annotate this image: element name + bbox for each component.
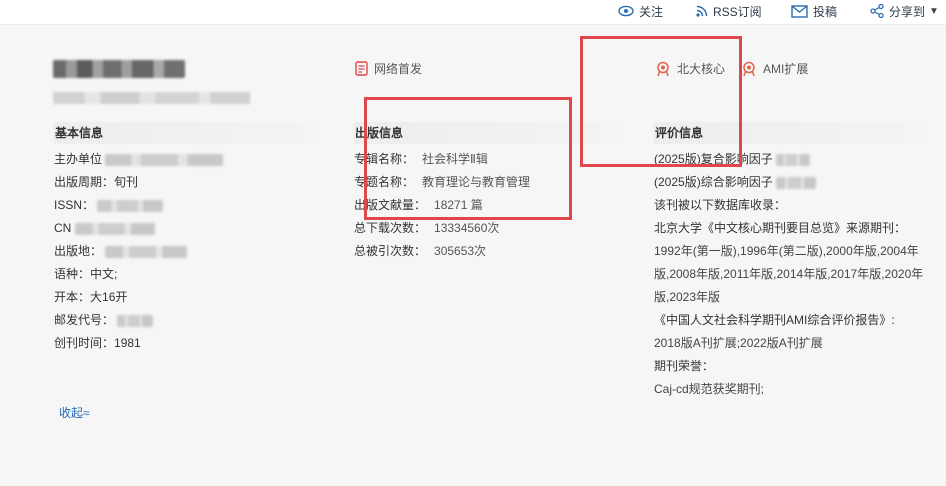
collapse-link[interactable]: 收起≈ [59,404,90,421]
place-label: 出版地： [54,244,103,258]
sponsor-label: 主办单位 [54,152,103,166]
ami-extension-label: AMI扩展 [763,62,809,76]
honors-label: 期刊荣誉： [654,359,715,373]
comprehensive-impact-factor-value-redacted [776,176,817,189]
pku-years-list: 1992年(第一版),1996年(第二版),2000年版,2004年版,2008… [654,244,924,304]
format-label: 开本： [54,290,91,304]
language-row: 语种：中文; [54,263,324,286]
cycle-value: 旬刊 [114,175,139,189]
composite-impact-factor-value-redacted [776,153,811,166]
sponsor-value-redacted [105,153,224,166]
issn-label: ISSN： [54,198,95,212]
rss-icon [696,5,708,17]
ami-extension-badge: AMI扩展 [741,60,808,77]
envelope-icon [791,4,808,18]
place-value-redacted [105,245,188,258]
downloads-value: 13334560次 [434,221,500,235]
document-icon [355,61,368,76]
ami-years: 2018版A刊扩展;2022版A刊扩展 [654,336,823,350]
place-row: 出版地： [54,240,324,263]
basic-info-heading: 基本信息 [54,122,324,144]
issn-row: ISSN： [54,194,324,217]
first-online-label: 网络首发 [374,62,423,76]
ami-report-title: 《中国人文社会科学期刊AMI综合评价报告》: [654,313,895,327]
issn-value-redacted [97,199,164,212]
format-value: 大16开 [90,290,128,304]
top-toolbar: 关注 RSS订阅 投稿 分享到 ▼ [0,0,946,25]
submit-manuscript-button[interactable]: 投稿 [791,2,837,20]
first-online-badge: 网络首发 [355,60,422,77]
highlight-box-publication [364,97,572,220]
language-value: 中文; [90,267,118,281]
citations-label: 总被引次数： [354,244,427,258]
submit-label: 投稿 [813,4,838,19]
rss-subscribe-button[interactable]: RSS订阅 [696,2,762,20]
citations-value: 305653次 [434,244,487,258]
honors-value: Caj-cd规范获奖期刊; [654,382,765,396]
language-label: 语种： [54,267,91,281]
basic-info-section: 基本信息 主办单位 出版周期：旬刊 ISSN： CN 出版地： 语种：中文; 开… [54,122,324,355]
share-label: 分享到 [889,4,926,19]
cycle-label: 出版周期： [54,175,115,189]
citations-row: 总被引次数： 305653次 [354,240,624,263]
comprehensive-impact-factor-row: (2025版)综合影响因子 [654,171,929,194]
founded-label: 创刊时间： [54,336,115,350]
downloads-label: 总下载次数： [354,221,427,235]
founded-row: 创刊时间：1981 [54,332,324,355]
database-intro: 该刊被以下数据库收录： [654,198,787,212]
follow-label: 关注 [639,4,664,19]
founded-value: 1981 [114,336,141,350]
rss-label: RSS订阅 [713,4,762,19]
format-row: 开本：大16开 [54,286,324,309]
eye-icon [618,5,634,17]
share-button[interactable]: 分享到 ▼ [870,2,939,20]
cycle-row: 出版周期：旬刊 [54,171,324,194]
journal-subtitle-redacted [53,92,250,104]
pku-source-journal: 北京大学《中文核心期刊要目总览》来源期刊： [654,221,907,235]
follow-button[interactable]: 关注 [618,2,663,20]
share-icon [870,4,884,18]
comprehensive-impact-factor-label: (2025版)综合影响因子 [654,175,773,189]
postal-code-label: 邮发代号： [54,313,115,327]
cn-label: CN [54,221,72,235]
cn-value-redacted [74,222,155,235]
sponsor-row: 主办单位 [54,148,324,171]
chevron-down-icon: ▼ [929,5,939,17]
highlight-box-core [580,36,742,167]
postal-code-value-redacted [117,314,154,327]
downloads-row: 总下载次数： 13334560次 [354,217,624,240]
journal-title-redacted [53,60,185,78]
postal-code-row: 邮发代号： [54,309,324,332]
award-medal-icon [743,61,755,76]
cn-row: CN [54,217,324,240]
